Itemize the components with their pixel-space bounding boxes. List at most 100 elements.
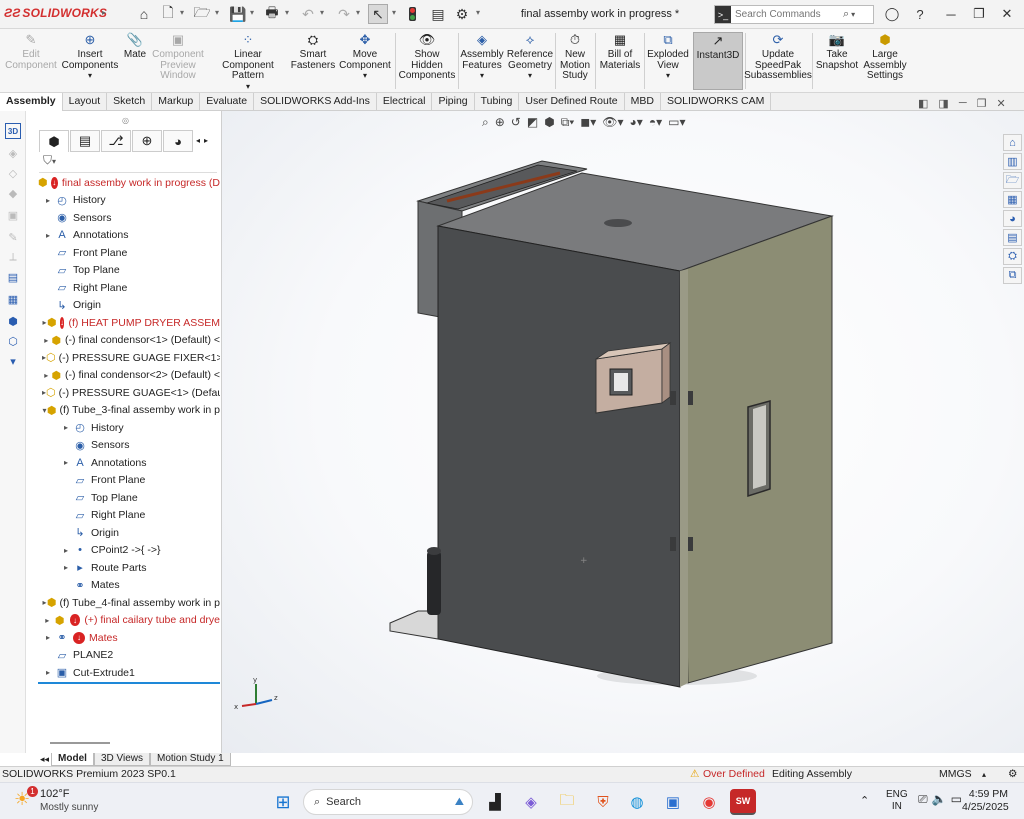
system-tray-icons[interactable]: ⎚ 🔈 ▭ — [918, 792, 962, 807]
tree-item[interactable]: ▸ ▣ Cut-Extrude1 — [38, 664, 220, 682]
linear-component-pattern-button[interactable]: ⁘ Linear Component Pattern ▾ — [208, 32, 288, 92]
tree-item[interactable]: ⚭ Mates — [38, 577, 220, 595]
file-properties-icon[interactable]: ▤ — [428, 4, 448, 24]
bill-of-materials-button[interactable]: ▦ Bill of Materials — [597, 32, 643, 71]
tree-item[interactable]: ▱ Top Plane — [38, 489, 220, 507]
units-dropdown-icon[interactable]: ▴ — [982, 767, 986, 782]
section-view-icon[interactable]: ◩ — [527, 115, 538, 130]
smart-fasteners-button[interactable]: ⛭ Smart Fasteners — [290, 32, 336, 71]
tree-item[interactable]: ▸ A Annotations — [38, 227, 220, 245]
3d-view-icon[interactable]: 3D — [5, 123, 21, 139]
tab-addins[interactable]: SOLIDWORKS Add-Ins — [254, 93, 377, 111]
dynamic-annotation-icon[interactable]: ⬢ — [544, 115, 554, 130]
home-icon[interactable]: ⌂ — [134, 4, 154, 24]
previous-view-icon[interactable]: ↺ — [511, 115, 521, 130]
view-settings-icon[interactable]: ▭▾ — [668, 115, 685, 130]
appearance-tool-icon[interactable]: ▦ — [5, 291, 21, 307]
language-indicator[interactable]: ENG IN — [886, 789, 908, 813]
search-commands-input[interactable] — [731, 9, 841, 20]
tab-scroll-left-icon[interactable]: ◂ — [194, 130, 202, 152]
tile-left-icon[interactable]: ◧ — [918, 97, 928, 110]
tree-item[interactable]: ▸ A Annotations — [38, 454, 220, 472]
solidworks-logo[interactable]: ƧƧ SOLIDWORKS — [4, 6, 107, 20]
tab-electrical[interactable]: Electrical — [377, 93, 433, 111]
zoom-to-fit-icon[interactable]: ⌕ — [482, 115, 489, 130]
dimension-tool-icon[interactable]: ⟂ — [5, 249, 21, 265]
tree-item[interactable]: ▸ ⬢ (-) final condensor<2> (Default) < — [38, 367, 220, 385]
file-explorer-icon[interactable]: 🗁 — [1003, 172, 1022, 189]
zoom-to-area-icon[interactable]: ⊕ — [495, 115, 505, 130]
doc-minimize-icon[interactable]: ─ — [959, 97, 967, 110]
assembly-features-button[interactable]: ◈ Assembly Features ▾ — [460, 32, 504, 82]
tab-scroll-right-icon[interactable]: ▸ — [202, 130, 210, 152]
tree-item[interactable]: ▸ ⬢ ↓ (f) HEAT PUMP DRYER ASSEM — [38, 314, 220, 332]
show-hidden-components-button[interactable]: 👁 Show Hidden Components — [398, 32, 456, 82]
print-dropdown-icon[interactable]: ▾ — [285, 8, 289, 17]
assembly-model[interactable]: + — [222, 111, 1024, 753]
restore-button[interactable]: ❐ — [968, 5, 990, 23]
tree-item[interactable]: ▸ ⬡ (-) PRESSURE GUAGE<1> (Default — [38, 384, 220, 402]
save-icon[interactable]: 💾 — [228, 4, 248, 24]
take-snapshot-button[interactable]: 📷 Take Snapshot — [814, 32, 860, 71]
brave-browser-icon[interactable]: ⛨ — [590, 789, 616, 815]
tree-item[interactable]: ◉ Sensors — [38, 209, 220, 227]
tab-tubing[interactable]: Tubing — [475, 93, 520, 111]
component-preview-window-button[interactable]: ▣ Component Preview Window — [150, 32, 206, 82]
mate-button[interactable]: 📎 Mate — [120, 32, 150, 61]
save-dropdown-icon[interactable]: ▾ — [250, 8, 254, 17]
search-dropdown-icon[interactable]: ▾ — [851, 10, 855, 19]
battery-icon[interactable]: ▭ — [951, 792, 962, 807]
doc-close-icon[interactable]: ✕ — [996, 97, 1005, 110]
select-dropdown-icon[interactable]: ▾ — [392, 8, 396, 17]
undo-dropdown-icon[interactable]: ▾ — [320, 8, 324, 17]
filter-icon[interactable]: ⛉ — [43, 153, 52, 167]
tree-item[interactable]: ▱ Top Plane — [38, 262, 220, 280]
over-defined-status[interactable]: Over Defined — [703, 767, 765, 782]
display-manager-tab-icon[interactable]: ◕ — [163, 130, 193, 152]
network-icon[interactable]: ⎚ — [918, 792, 928, 807]
search-commands-box[interactable]: >_ ⌕ ▾ — [714, 5, 874, 24]
tile-right-icon[interactable]: ◨ — [938, 97, 948, 110]
tree-item[interactable]: ▸ ⬢ ↓ (+) final cailary tube and drye — [38, 612, 220, 630]
tab-solidworks-cam[interactable]: SOLIDWORKS CAM — [661, 93, 772, 111]
open-dropdown-icon[interactable]: ▾ — [215, 8, 219, 17]
customize-status-icon[interactable]: ⚙ — [1008, 767, 1017, 782]
volume-icon[interactable]: 🔈 — [932, 792, 947, 807]
tab-evaluate[interactable]: Evaluate — [200, 93, 255, 111]
dimxpert-tab-icon[interactable]: ⊕ — [132, 130, 162, 152]
more-tools-icon[interactable]: ▾ — [5, 353, 21, 369]
tree-filter[interactable]: ⛉▾ — [39, 153, 217, 173]
move-component-button[interactable]: ✥ Move Component ▾ — [338, 32, 392, 82]
new-motion-study-button[interactable]: ⏱ New Motion Study — [557, 32, 593, 82]
tree-expand-icon[interactable]: ▸ — [42, 231, 54, 240]
solidworks-resources-icon[interactable]: ⌂ — [1003, 134, 1022, 151]
tree-expand-icon[interactable]: ▸ — [42, 336, 51, 345]
feature-tree-tab-icon[interactable]: ⬢ — [39, 130, 69, 152]
display-style-icon[interactable]: ◼▾ — [580, 115, 596, 130]
tree-expand-icon[interactable]: ▸ — [42, 616, 53, 625]
units-selector[interactable]: MMGS — [939, 767, 972, 782]
new-dropdown-icon[interactable]: ▾ — [180, 8, 184, 17]
insert-components-button[interactable]: ⊕ Insert Components ▾ — [60, 32, 120, 82]
tree-item[interactable]: ▸ ⚭ ↓ Mates — [38, 629, 220, 647]
tab-motion-study-1[interactable]: Motion Study 1 — [150, 753, 231, 766]
tree-item[interactable]: ▸ ◴ History — [38, 419, 220, 437]
chrome-browser-icon[interactable]: ◉ — [696, 789, 722, 815]
solidworks-forum-icon[interactable]: ⛭ — [1003, 248, 1022, 265]
instant3d-button[interactable]: ↗ Instant3D — [693, 32, 743, 90]
search-icon[interactable]: ⌕ — [843, 8, 849, 21]
menu-expand-icon[interactable]: ▸ — [102, 8, 106, 17]
tree-item[interactable]: ▱ PLANE2 — [38, 647, 220, 665]
print-icon[interactable]: 🖶 — [262, 4, 282, 24]
undo-icon[interactable]: ↶ — [298, 4, 318, 24]
tree-item[interactable]: ↳ Origin — [38, 297, 220, 315]
tree-expand-icon[interactable]: ▸ — [60, 563, 72, 572]
sketch-tool-icon[interactable]: ✎ — [5, 229, 21, 245]
solidworks-taskbar-icon[interactable]: SW — [730, 789, 756, 815]
tree-item[interactable]: ▸ ⬢ (f) Tube_4-final assemby work in p — [38, 594, 220, 612]
large-assembly-settings-button[interactable]: ⬢ Large Assembly Settings — [862, 32, 908, 82]
tab-piping[interactable]: Piping — [432, 93, 475, 111]
rebuild-traffic-light-icon[interactable] — [402, 4, 422, 24]
view-palette-icon[interactable]: ▦ — [1003, 191, 1022, 208]
explode-tool-icon[interactable]: ▤ — [5, 269, 21, 285]
